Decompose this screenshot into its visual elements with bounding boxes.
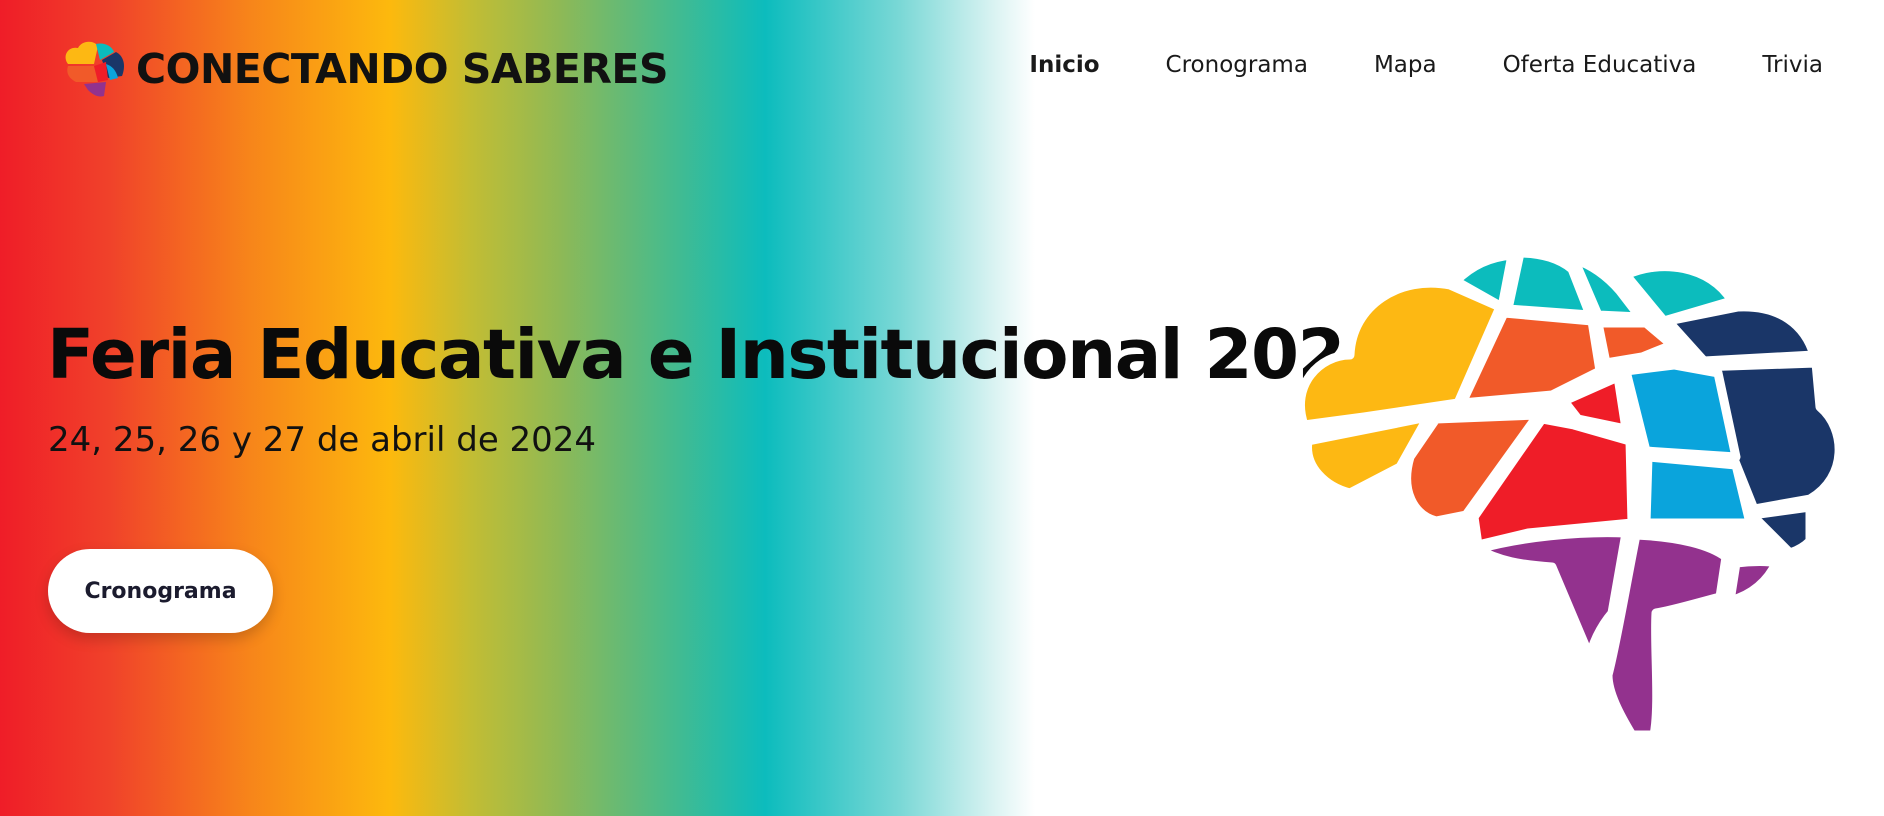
nav-link-oferta-educativa[interactable]: Oferta Educativa: [1503, 52, 1697, 78]
brain-segment-blue-bottom: [1641, 452, 1755, 528]
hero-dates: 24, 25, 26 y 27 de abril de 2024: [48, 420, 597, 460]
brain-segment-navy-bottom: [1747, 502, 1815, 558]
nav-item-oferta-educativa: Oferta Educativa: [1503, 52, 1697, 78]
nav-item-mapa: Mapa: [1374, 52, 1437, 78]
brain-segment-blue-top: [1621, 360, 1741, 462]
nav-link-trivia[interactable]: Trivia: [1762, 52, 1823, 78]
cronograma-button[interactable]: Cronograma: [48, 549, 273, 633]
hero-title: Feria Educativa e Institucional 2024: [47, 315, 1392, 395]
nav-item-inicio: Inicio: [1029, 52, 1099, 78]
brain-illustration: [1295, 248, 1844, 735]
brand-name: CONECTANDO SABERES: [136, 45, 668, 93]
nav-link-mapa[interactable]: Mapa: [1374, 52, 1437, 78]
nav-menu: Inicio Cronograma Mapa Oferta Educativa …: [1029, 52, 1823, 78]
top-navbar: CONECTANDO SABERES Inicio Cronograma Map…: [0, 0, 1884, 140]
nav-link-cronograma[interactable]: Cronograma: [1166, 52, 1308, 78]
brain-segment-purple-right: [1725, 557, 1781, 606]
brain-icon: [65, 41, 124, 97]
brand[interactable]: CONECTANDO SABERES: [58, 38, 668, 100]
brain-segment-purple-left: [1473, 528, 1631, 662]
brain-segment-navy-top: [1663, 302, 1819, 366]
brain-segment-orange-small: [1593, 318, 1677, 368]
nav-item-cronograma: Cronograma: [1166, 52, 1308, 78]
brain-segment-purple-center: [1603, 530, 1731, 735]
nav-item-trivia: Trivia: [1762, 52, 1823, 78]
nav-link-inicio[interactable]: Inicio: [1029, 52, 1099, 78]
